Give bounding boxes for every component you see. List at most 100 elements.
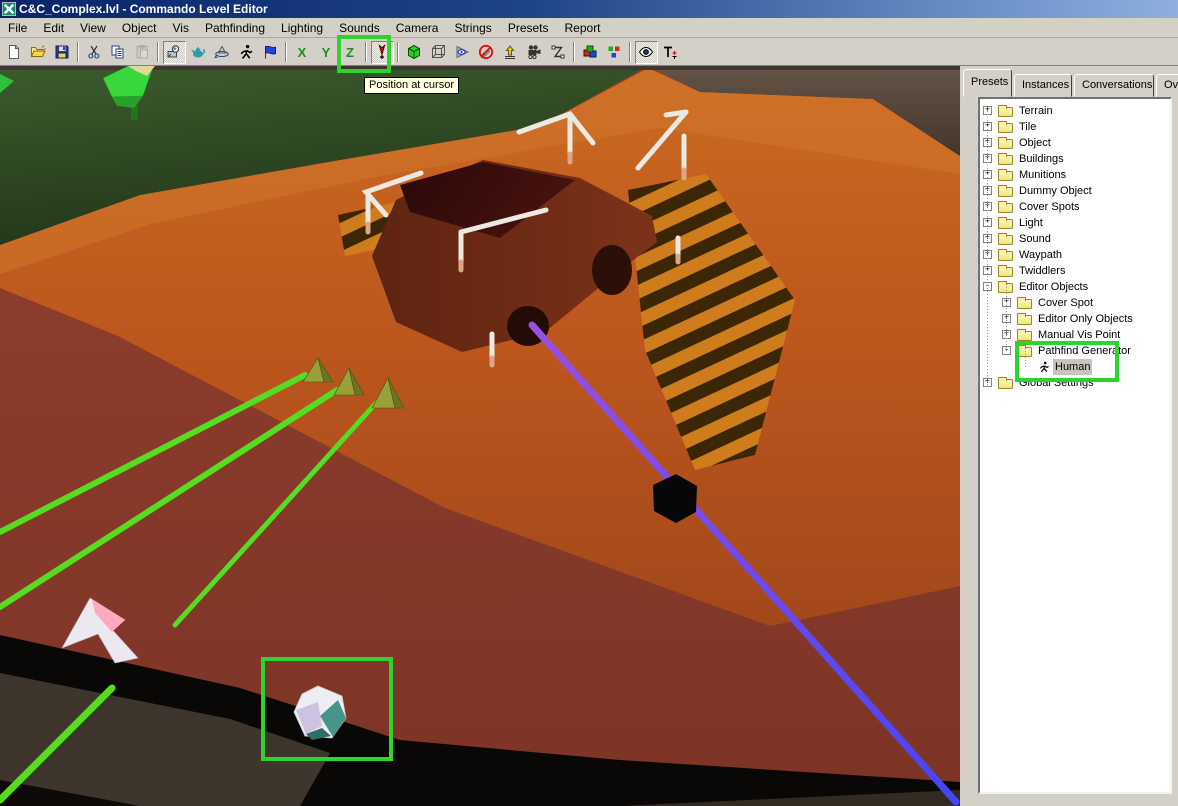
window-title: C&C_Complex.lvl - Commando Level Editor — [19, 2, 268, 16]
waypath-tool-button[interactable] — [547, 41, 570, 64]
tree-label[interactable]: Munitions — [1017, 167, 1068, 183]
folder-icon — [998, 233, 1013, 245]
camera-path-button[interactable] — [523, 41, 546, 64]
paste-button[interactable] — [131, 41, 154, 64]
tab-presets[interactable]: Presets — [963, 69, 1012, 97]
tab-conversations[interactable]: Conversations — [1074, 74, 1154, 97]
tree-row-munitions[interactable]: +Munitions — [980, 167, 1170, 183]
restrict-x-button[interactable]: X — [291, 41, 314, 64]
tree-row-editor-only-objects[interactable]: +Editor Only Objects — [980, 311, 1170, 327]
text-labels-button[interactable] — [659, 41, 682, 64]
lock-editing-button[interactable] — [475, 41, 498, 64]
tree-label[interactable]: Editor Objects — [1017, 279, 1090, 295]
tree-label[interactable]: Sound — [1017, 231, 1053, 247]
flag-marker-button[interactable] — [259, 41, 282, 64]
solid-view-button[interactable] — [403, 41, 426, 64]
tree-row-buildings[interactable]: +Buildings — [980, 151, 1170, 167]
folder-icon — [1017, 313, 1032, 325]
tree-label[interactable]: Tile — [1017, 119, 1038, 135]
menu-item-sounds[interactable]: Sounds — [331, 19, 388, 37]
render-options-button[interactable] — [187, 41, 210, 64]
copy-button[interactable] — [107, 41, 130, 64]
viewport-3d[interactable] — [0, 65, 960, 806]
new-file-icon — [9, 45, 19, 59]
scene-camera-button[interactable] — [162, 40, 186, 64]
tree-label[interactable]: Cover Spot — [1036, 295, 1095, 311]
tree-row-cover-spots[interactable]: +Cover Spots — [980, 199, 1170, 215]
tree-label[interactable]: Twiddlers — [1017, 263, 1067, 279]
tree-label[interactable]: Object — [1017, 135, 1053, 151]
menu-item-report[interactable]: Report — [557, 19, 609, 37]
open-file-button[interactable] — [27, 41, 50, 64]
menu-item-vis[interactable]: Vis — [165, 19, 197, 37]
folder-icon — [998, 121, 1013, 133]
menu-item-strings[interactable]: Strings — [446, 19, 499, 37]
new-file-button[interactable] — [3, 41, 26, 64]
tree-row-dummy-object[interactable]: +Dummy Object — [980, 183, 1170, 199]
menu-item-view[interactable]: View — [72, 19, 114, 37]
cut-button[interactable] — [83, 41, 106, 64]
menu-item-edit[interactable]: Edit — [35, 19, 72, 37]
copy-icon — [111, 45, 124, 59]
tab-instances[interactable]: Instances — [1014, 74, 1072, 97]
open-folder-icon — [30, 45, 46, 57]
preset-tree-container: +Terrain+Tile+Object+Buildings+Munitions… — [978, 97, 1172, 794]
orbit-icon — [214, 45, 229, 59]
tree-row-waypath[interactable]: +Waypath — [980, 247, 1170, 263]
tab-over[interactable]: Over — [1156, 74, 1178, 97]
tree-connector-line — [987, 111, 988, 387]
object-palette-button[interactable] — [579, 41, 602, 64]
vis-points-button[interactable] — [451, 41, 474, 64]
tree-row-light[interactable]: +Light — [980, 215, 1170, 231]
app-icon — [2, 2, 16, 16]
tree-label[interactable]: Buildings — [1017, 151, 1066, 167]
tree-label[interactable]: Waypath — [1017, 247, 1064, 263]
tree-row-twiddlers[interactable]: +Twiddlers — [980, 263, 1170, 279]
preset-tree[interactable]: +Terrain+Tile+Object+Buildings+Munitions… — [980, 99, 1170, 792]
save-icon — [55, 45, 69, 59]
restrict-y-button[interactable]: Y — [315, 41, 338, 64]
tree-row-object[interactable]: +Object — [980, 135, 1170, 151]
menu-item-lighting[interactable]: Lighting — [273, 19, 331, 37]
folder-icon — [1017, 297, 1032, 309]
tree-row-terrain[interactable]: + Terrain — [980, 103, 1170, 119]
camera-dolly-icon — [528, 45, 541, 60]
tree-label[interactable]: Light — [1017, 215, 1045, 231]
wire-cube-icon — [432, 45, 445, 58]
tree-label[interactable]: Terrain — [1017, 103, 1055, 119]
folder-icon — [998, 201, 1013, 213]
toolbar-separator — [629, 42, 631, 62]
toggle-visibility-button[interactable] — [634, 40, 658, 64]
menu-item-object[interactable]: Object — [114, 19, 165, 37]
wireframe-view-button[interactable] — [427, 41, 450, 64]
toolbar-separator — [157, 42, 159, 62]
move-to-top-button[interactable] — [499, 41, 522, 64]
folder-icon — [998, 153, 1013, 165]
folder-icon — [998, 265, 1013, 277]
tree-label[interactable]: Editor Only Objects — [1036, 311, 1135, 327]
tree-row-cover-spot[interactable]: +Cover Spot — [980, 295, 1170, 311]
menu-item-presets[interactable]: Presets — [500, 19, 557, 37]
menu-item-camera[interactable]: Camera — [388, 19, 447, 37]
tree-row-editor-objects[interactable]: -Editor Objects — [980, 279, 1170, 295]
scene-camera-icon — [167, 45, 180, 58]
folder-icon — [1017, 329, 1032, 341]
tree-label[interactable]: Cover Spots — [1017, 199, 1082, 215]
menu-item-pathfinding[interactable]: Pathfinding — [197, 19, 273, 37]
toolbar: XYZ — [0, 39, 1178, 66]
tooltip: Position at cursor — [364, 77, 459, 94]
menu-item-file[interactable]: File — [0, 19, 35, 37]
walkthrough-mode-button[interactable] — [235, 41, 258, 64]
tree-row-sound[interactable]: +Sound — [980, 231, 1170, 247]
save-file-button[interactable] — [51, 41, 74, 64]
no-edit-icon — [478, 44, 494, 60]
title-bar[interactable]: C&C_Complex.lvl - Commando Level Editor — [0, 0, 1178, 18]
waypath-tool-icon — [551, 45, 565, 59]
tree-row-tile[interactable]: +Tile — [980, 119, 1170, 135]
orbit-camera-button[interactable] — [211, 41, 234, 64]
folder-icon — [998, 249, 1013, 261]
restrict-y-label: Y — [321, 44, 331, 60]
tree-label[interactable]: Dummy Object — [1017, 183, 1094, 199]
color-swatches-button[interactable] — [603, 41, 626, 64]
folder-icon — [998, 217, 1013, 229]
